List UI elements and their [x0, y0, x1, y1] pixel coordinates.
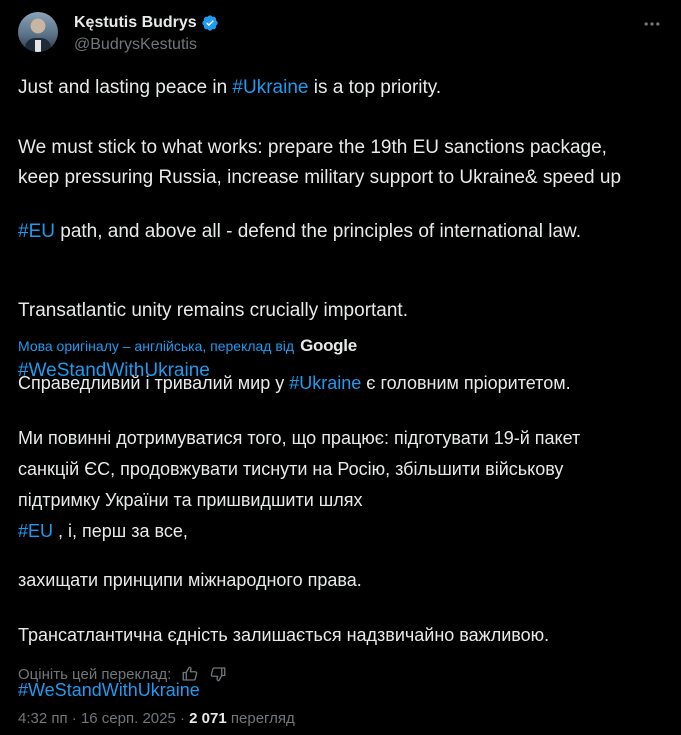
- translation-paragraph-2-line-2: санкцій ЄС, продовжувати тиснути на Росі…: [18, 459, 564, 479]
- separator: ·: [175, 710, 190, 727]
- text-segment: path, and above all - defend the princip…: [54, 221, 581, 242]
- author-name-row[interactable]: Kęstutis Budrys: [74, 14, 219, 32]
- translated-text: Справедливий і тривалий мир у #Ukraine є…: [18, 368, 668, 706]
- hashtag-eu-translated[interactable]: #EU: [18, 521, 53, 541]
- views-count: 2 071: [189, 710, 227, 727]
- text-segment: є головним пріоритетом.: [361, 373, 571, 393]
- tweet-paragraph-2-line-2: keep pressuring Russia, increase militar…: [18, 167, 622, 188]
- translation-paragraph-2-line-3: підтримку України та пришвидшити шлях: [18, 485, 668, 516]
- text-segment: підтримку України та пришвидшити шлях: [18, 490, 368, 510]
- views-label: перегляд: [230, 710, 295, 727]
- hashtag-eu[interactable]: #EU: [18, 221, 55, 242]
- avatar[interactable]: [18, 12, 58, 52]
- hashtag-ukraine[interactable]: #Ukraine: [232, 77, 308, 98]
- tweet-paragraph-2-line-1: We must stick to what works: prepare the…: [18, 137, 607, 158]
- text-segment: is a top priority.: [308, 77, 442, 98]
- thumbs-down-icon[interactable]: [209, 665, 227, 683]
- author-name[interactable]: Kęstutis Budrys: [74, 14, 197, 32]
- tweet-header: Kęstutis Budrys @BudrysKestutis: [18, 12, 668, 62]
- ukraine-flag-icon: [18, 200, 40, 214]
- author-handle[interactable]: @BudrysKestutis: [74, 36, 197, 54]
- text-segment: , і, перш за все,: [53, 521, 188, 541]
- avatar-shirt: [35, 40, 41, 52]
- hashtag-ukraine-translated[interactable]: #Ukraine: [289, 373, 361, 393]
- translation-paragraph-1: Справедливий і тривалий мир у #Ukraine є…: [18, 368, 668, 399]
- thumbs-up-icon[interactable]: [181, 665, 199, 683]
- verified-badge-icon: [202, 15, 218, 31]
- translation-paragraph-2-line-1: Ми повинні дотримуватися того, що працює…: [18, 428, 581, 448]
- text-segment: Справедливий і тривалий мир у: [18, 373, 290, 393]
- tweet-meta: 4:32 пп · 16 серп. 2025 · 2 071 перегляд: [18, 710, 295, 727]
- translation-note-text: Мова оригіналу – англійська, переклад ві…: [18, 338, 295, 354]
- separator: ·: [67, 710, 81, 727]
- tweet-paragraph-3: Transatlantic unity remains crucially im…: [18, 300, 408, 321]
- google-logo: Google: [300, 336, 357, 355]
- more-horizontal-icon[interactable]: [642, 14, 662, 34]
- translation-paragraph-3: Трансатлантична єдність залишається надз…: [18, 625, 550, 645]
- text-segment: Just and lasting peace in: [18, 77, 233, 98]
- tweet-date[interactable]: 16 серп. 2025: [81, 710, 176, 727]
- tweet-time[interactable]: 4:32 пп: [18, 710, 68, 727]
- translation-note: Мова оригіналу – англійська, переклад ві…: [18, 336, 357, 356]
- tweet-paragraph-1: Just and lasting peace in #Ukraine is a …: [18, 76, 668, 100]
- rate-translation-label: Оцініть цей переклад:: [18, 665, 172, 683]
- rate-translation: Оцініть цей переклад:: [18, 665, 227, 683]
- tweet-paragraph-2-line-3: [18, 196, 668, 220]
- translation-paragraph-2-line-4: захищати принципи міжнародного права.: [18, 570, 362, 590]
- ukraine-flag-icon: [367, 493, 389, 507]
